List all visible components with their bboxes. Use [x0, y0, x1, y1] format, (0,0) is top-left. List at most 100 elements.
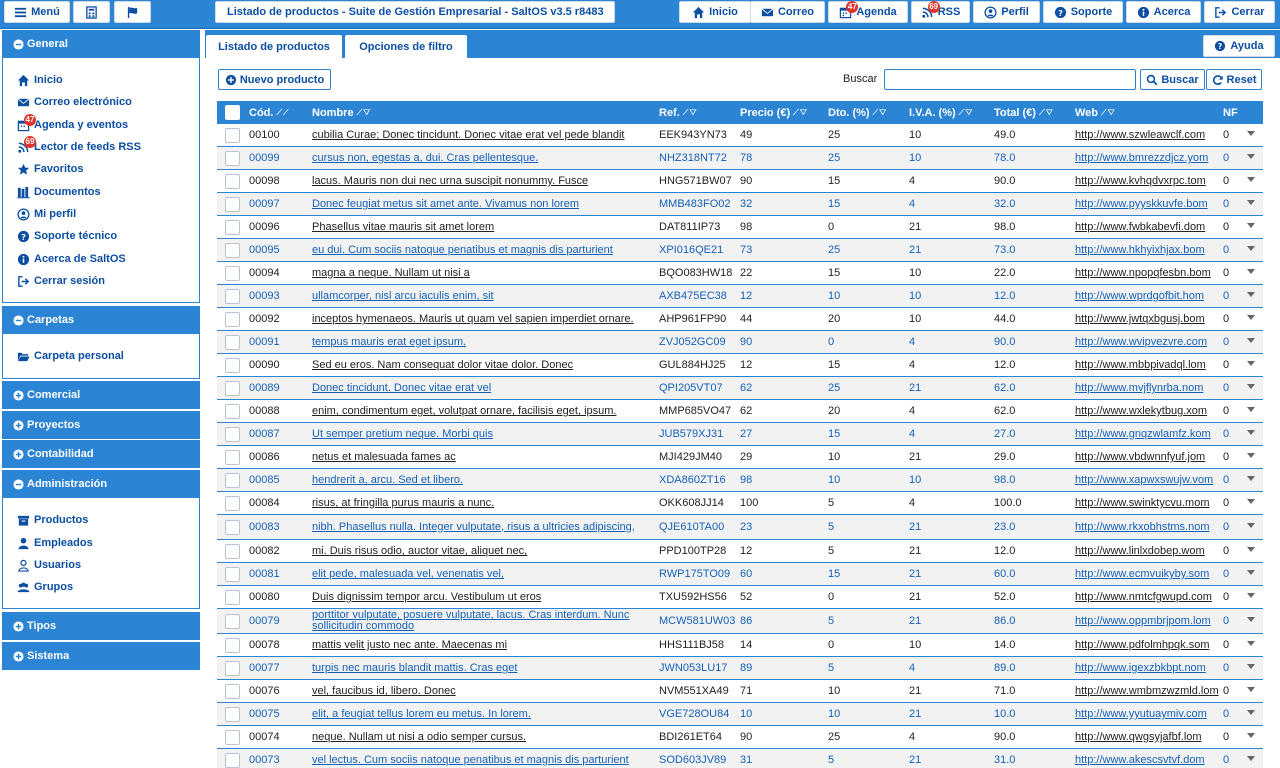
- section-tipos[interactable]: Tipos: [2, 612, 200, 640]
- help-button[interactable]: ? Ayuda: [1203, 35, 1275, 57]
- row-checkbox[interactable]: [225, 544, 240, 559]
- row-checkbox[interactable]: [225, 197, 240, 212]
- cell-web[interactable]: http://www.nmtcfgwupd.com: [1075, 586, 1220, 608]
- cell-web[interactable]: http://www.szwleawclf.com: [1075, 124, 1220, 146]
- sidebar-item-favoritos[interactable]: Favoritos: [17, 160, 84, 178]
- section-sistema[interactable]: Sistema: [2, 642, 200, 670]
- cell-web[interactable]: http://www.oppmbrjpom.lom: [1075, 609, 1220, 633]
- cell-nombre[interactable]: mi. Duis risus odio, auctor vitae, aliqu…: [312, 540, 657, 562]
- cell-nombre[interactable]: lacus. Mauris non dui nec urna suscipit …: [312, 170, 657, 192]
- sidebar-item-rss[interactable]: 69 Lector de feeds RSS: [17, 135, 141, 156]
- row-checkbox[interactable]: [225, 450, 240, 465]
- cell-nombre[interactable]: inceptos hymenaeos. Mauris ut quam vel s…: [312, 308, 657, 330]
- table-row[interactable]: 00082 mi. Duis risus odio, auctor vitae, …: [217, 540, 1263, 563]
- row-checkbox[interactable]: [225, 335, 240, 350]
- row-actions-dropdown-icon[interactable]: [1247, 641, 1255, 646]
- cell-web[interactable]: http://www.swinktycvu.mom: [1075, 492, 1220, 514]
- cell-nombre[interactable]: elit, a feugiat tellus lorem eu metus. I…: [312, 703, 657, 725]
- table-row[interactable]: 00073 vel lectus. Cum sociis natoque pena…: [217, 749, 1263, 768]
- sidebar-item-acerca[interactable]: Acerca de SaltOS: [17, 250, 126, 268]
- row-actions-dropdown-icon[interactable]: [1247, 430, 1255, 435]
- cell-nombre[interactable]: netus et malesuada fames ac: [312, 446, 657, 468]
- table-row[interactable]: 00089 Donec tincidunt. Donec vitae erat v…: [217, 377, 1263, 400]
- section-comercial[interactable]: Comercial: [2, 381, 200, 409]
- row-checkbox[interactable]: [225, 358, 240, 373]
- row-actions-dropdown-icon[interactable]: [1247, 499, 1255, 504]
- row-actions-dropdown-icon[interactable]: [1247, 315, 1255, 320]
- table-row[interactable]: 00087 Ut semper pretium neque. Morbi quis…: [217, 423, 1263, 446]
- cell-nombre[interactable]: Ut semper pretium neque. Morbi quis: [312, 423, 657, 445]
- flag-button[interactable]: [114, 1, 151, 23]
- row-actions-dropdown-icon[interactable]: [1247, 453, 1255, 458]
- row-actions-dropdown-icon[interactable]: [1247, 476, 1255, 481]
- row-checkbox[interactable]: [225, 567, 240, 582]
- tab-listado[interactable]: Listado de productos: [206, 35, 342, 58]
- cell-web[interactable]: http://www.hkhyixhjax.bom: [1075, 239, 1220, 261]
- menu-button[interactable]: Menú: [4, 1, 70, 23]
- col-cod[interactable]: Cód. ⟋⟋: [249, 101, 290, 124]
- cell-nombre[interactable]: Duis dignissim tempor arcu. Vestibulum u…: [312, 586, 657, 608]
- cell-nombre[interactable]: porttitor vulputate, posuere vulputate, …: [312, 609, 657, 633]
- table-row[interactable]: 00078 mattis velit justo nec ante. Maecen…: [217, 634, 1263, 657]
- sidebar-item-agenda[interactable]: 47 Agenda y eventos: [17, 113, 128, 134]
- cell-nombre[interactable]: ullamcorper, nisl arcu iaculis enim, sit: [312, 285, 657, 307]
- row-actions-dropdown-icon[interactable]: [1247, 593, 1255, 598]
- row-actions-dropdown-icon[interactable]: [1247, 664, 1255, 669]
- table-row[interactable]: 00075 elit, a feugiat tellus lorem eu met…: [217, 703, 1263, 726]
- section-general[interactable]: General: [2, 30, 200, 58]
- cell-nombre[interactable]: nibh. Phasellus nulla. Integer vulputate…: [312, 515, 657, 539]
- col-dto[interactable]: Dto. (%) ⟋▽: [828, 101, 887, 124]
- cell-nombre[interactable]: vel, faucibus id, libero. Donec: [312, 680, 657, 702]
- cell-nombre[interactable]: Phasellus vitae mauris sit amet lorem: [312, 216, 657, 238]
- row-checkbox[interactable]: [225, 614, 240, 629]
- row-actions-dropdown-icon[interactable]: [1247, 523, 1255, 528]
- table-row[interactable]: 00086 netus et malesuada fames ac MJI429JM…: [217, 446, 1263, 469]
- row-actions-dropdown-icon[interactable]: [1247, 733, 1255, 738]
- row-actions-dropdown-icon[interactable]: [1247, 338, 1255, 343]
- table-row[interactable]: 00080 Duis dignissim tempor arcu. Vestibu…: [217, 586, 1263, 609]
- row-checkbox[interactable]: [225, 684, 240, 699]
- section-contabilidad[interactable]: Contabilidad: [2, 440, 200, 468]
- table-row[interactable]: 00085 hendrerit a, arcu. Sed et libero. XD…: [217, 469, 1263, 492]
- table-row[interactable]: 00083 nibh. Phasellus nulla. Integer vulp…: [217, 515, 1263, 540]
- row-checkbox[interactable]: [225, 220, 240, 235]
- row-actions-dropdown-icon[interactable]: [1247, 756, 1255, 761]
- agenda-button[interactable]: 47 Agenda: [828, 0, 908, 23]
- cell-web[interactable]: http://www.pyyskkuvfe.bom: [1075, 193, 1220, 215]
- row-actions-dropdown-icon[interactable]: [1247, 384, 1255, 389]
- table-row[interactable]: 00093 ullamcorper, nisl arcu iaculis enim…: [217, 285, 1263, 308]
- row-actions-dropdown-icon[interactable]: [1247, 177, 1255, 182]
- correo-button[interactable]: Correo: [750, 1, 825, 23]
- search-button[interactable]: Buscar: [1140, 69, 1205, 90]
- cell-nombre[interactable]: tempus mauris erat eget ipsum.: [312, 331, 657, 353]
- table-row[interactable]: 00081 elit pede, malesuada vel, venenatis…: [217, 563, 1263, 586]
- sidebar-item-inicio[interactable]: Inicio: [17, 71, 63, 89]
- col-ref[interactable]: Ref. ⟋▽: [659, 101, 698, 124]
- section-proyectos[interactable]: Proyectos: [2, 411, 200, 439]
- cell-web[interactable]: http://www.fwbkabevfi.dom: [1075, 216, 1220, 238]
- row-checkbox[interactable]: [225, 730, 240, 745]
- table-row[interactable]: 00084 risus, at fringilla purus mauris a …: [217, 492, 1263, 515]
- row-actions-dropdown-icon[interactable]: [1247, 570, 1255, 575]
- sidebar-item-productos[interactable]: Productos: [17, 511, 88, 529]
- soporte-button[interactable]: ? Soporte: [1043, 1, 1123, 23]
- select-all-checkbox[interactable]: [225, 105, 240, 120]
- row-checkbox[interactable]: [225, 174, 240, 189]
- cell-web[interactable]: http://www.jwtqxbgusj.bom: [1075, 308, 1220, 330]
- table-row[interactable]: 00098 lacus. Mauris non dui nec urna susc…: [217, 170, 1263, 193]
- table-row[interactable]: 00095 eu dui. Cum sociis natoque penatibu…: [217, 239, 1263, 262]
- row-checkbox[interactable]: [225, 312, 240, 327]
- cell-nombre[interactable]: risus, at fringilla purus mauris a nunc.: [312, 492, 657, 514]
- col-total[interactable]: Total (€) ⟋▽: [994, 101, 1054, 124]
- table-row[interactable]: 00090 Sed eu eros. Nam consequat dolor vi…: [217, 354, 1263, 377]
- row-checkbox[interactable]: [225, 473, 240, 488]
- cell-web[interactable]: http://www.wvipvezvre.com: [1075, 331, 1220, 353]
- cell-web[interactable]: http://www.vbdwnnfyuf.jom: [1075, 446, 1220, 468]
- new-product-button[interactable]: Nuevo producto: [218, 69, 331, 90]
- reset-button[interactable]: Reset: [1206, 69, 1262, 90]
- table-row[interactable]: 00077 turpis nec mauris blandit mattis. C…: [217, 657, 1263, 680]
- cell-nombre[interactable]: vel lectus. Cum sociis natoque penatibus…: [312, 749, 657, 768]
- sidebar-item-documentos[interactable]: Documentos: [17, 183, 101, 201]
- cell-nombre[interactable]: eu dui. Cum sociis natoque penatibus et …: [312, 239, 657, 261]
- cell-nombre[interactable]: hendrerit a, arcu. Sed et libero.: [312, 469, 657, 491]
